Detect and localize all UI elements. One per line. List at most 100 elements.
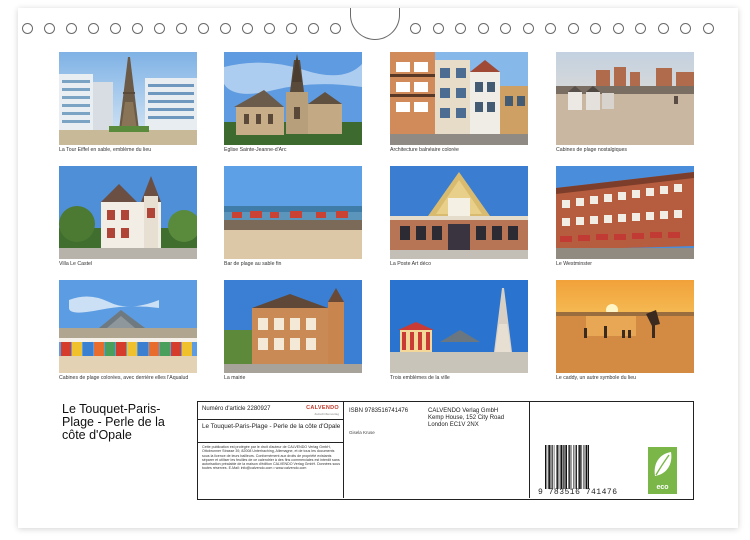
photo-westminster: [556, 166, 694, 259]
author-name: Gisela Kruse: [349, 430, 375, 435]
photo-caption: Cabines de plage nostalgiques: [556, 147, 627, 153]
binding-ring: [242, 23, 253, 34]
binding-ring: [330, 23, 341, 34]
barcode-bar: [546, 445, 548, 489]
binding-ring: [477, 23, 489, 34]
photo-tile: Villa Le Castel: [59, 166, 197, 267]
divider: [198, 442, 343, 443]
binding-ring: [455, 23, 466, 34]
barcode-bar: [581, 445, 582, 489]
photo-mairie: [224, 280, 362, 373]
photo-eglise: [224, 52, 362, 145]
photo-caption: Trois emblèmes de la ville: [390, 375, 450, 381]
barcode-bar: [575, 445, 577, 489]
binding-ring: [680, 23, 691, 34]
photo-cabines-nostalgiques: [556, 52, 694, 145]
photo-caption: Eglise Sainte-Jeanne-d'Arc: [224, 147, 287, 153]
barcode-bar: [548, 445, 550, 489]
binding-ring: [432, 23, 444, 34]
barcode-bar: [560, 445, 563, 489]
binding-ring: [308, 23, 319, 34]
leaf-icon: [654, 452, 672, 476]
photo-caption: Architecture balnéaire colorée: [390, 147, 459, 153]
divider: [198, 419, 343, 420]
binding-ring: [22, 23, 33, 34]
barcode-bar: [564, 445, 565, 489]
photo-tile: Eglise Sainte-Jeanne-d'Arc: [224, 52, 362, 153]
photo-cabines-colorees: [59, 280, 197, 373]
binding-ring: [132, 23, 143, 34]
binding-ring: [522, 23, 534, 34]
photo-tile: Bar de plage au sable fin: [224, 166, 362, 267]
barcode-bar: [582, 445, 584, 489]
barcode-number: 9 783516 741476: [538, 488, 618, 497]
eco-label-text: eco: [656, 484, 669, 491]
barcode-bar: [574, 445, 576, 489]
photo-caddy: [556, 280, 694, 373]
binding-ring: [220, 23, 231, 34]
barcode-bar: [565, 445, 567, 489]
binding-ring: [66, 23, 77, 34]
info-column-isbn: ISBN 9783516741476 Gisela Kruse CALVENDO…: [344, 402, 530, 498]
isbn: ISBN 9783516741476: [349, 408, 409, 414]
photo-bar-plage: [224, 166, 362, 259]
photo-villa-castel: [59, 166, 197, 259]
photo-tile: Architecture balnéaire colorée: [390, 52, 528, 153]
photo-caption: Le Westminster: [556, 261, 592, 267]
barcode-bar: [579, 445, 581, 489]
calendar-title: Le Touquet-Paris-Plage - Perle de la côt…: [62, 402, 165, 442]
barcode-bar: [570, 445, 572, 489]
publisher-street: Kemp House, 152 City Road: [428, 415, 505, 421]
binding-ring: [590, 23, 601, 34]
barcode-bar: [569, 445, 571, 489]
binding-ring: [612, 23, 624, 34]
barcode-bar: [556, 445, 557, 489]
barcode-bar: [558, 445, 560, 489]
photo-caption: La Poste Art déco: [390, 261, 431, 267]
info-column-barcode: 9 783516 741476 eco: [530, 402, 692, 498]
photo-caption: Le caddy, un autre symbole du lieu: [556, 375, 637, 381]
info-column-article: Numéro d'article 2280927 CALVENDO Zeitsc…: [198, 402, 344, 498]
binding-ring: [657, 23, 669, 34]
binding-ring: [702, 23, 714, 34]
barcode-bar: [550, 445, 552, 489]
photo-trois-emblemes: [390, 280, 528, 373]
binding-ring: [500, 23, 511, 34]
publisher-address: CALVENDO Verlag GmbH Kemp House, 152 Cit…: [428, 408, 504, 429]
binding-ring: [635, 23, 646, 34]
publisher-city: London EC1V 2NX: [428, 422, 479, 428]
calvendo-logo-subtitle: Zeitschriftenverlag: [314, 412, 339, 416]
barcode-bar: [551, 445, 553, 489]
barcode-bar: [562, 445, 564, 489]
binding-ring: [154, 23, 165, 34]
info-title: Le Touquet-Paris-Plage - Perle de la côt…: [202, 423, 341, 430]
binding-ring: [264, 23, 275, 34]
info-box: Numéro d'article 2280927 CALVENDO Zeitsc…: [197, 401, 694, 500]
binding-ring: [44, 23, 55, 34]
binding-ring: [198, 23, 209, 34]
photo-caption: La Tour Eiffel en sable, emblème du lieu: [59, 147, 152, 153]
photo-caption: Cabines de plage colorées, avec derrière…: [59, 375, 189, 381]
photo-tile: Cabines de plage colorées, avec derrière…: [59, 280, 197, 381]
photo-tile: Le caddy, un autre symbole du lieu: [556, 280, 694, 381]
binding-ring: [545, 23, 556, 34]
photo-tile: Cabines de plage nostalgiques: [556, 52, 694, 153]
photo-tour-eiffel: [59, 52, 197, 145]
barcode-bar: [568, 445, 569, 489]
photo-tile: La mairie: [224, 280, 362, 381]
barcode-bar: [573, 445, 574, 489]
photo-architecture: [390, 52, 528, 145]
barcode-bar: [587, 445, 589, 489]
article-number: Numéro d'article 2280927: [202, 406, 271, 412]
barcode-bar: [584, 445, 586, 489]
photo-tile: Le Westminster: [556, 166, 694, 267]
binding-ring: [410, 23, 421, 34]
binding-ring: [176, 23, 187, 34]
binding-ring: [567, 23, 579, 34]
photo-tile: Trois emblèmes de la ville: [390, 280, 528, 381]
binding-ring: [286, 23, 297, 34]
photo-la-poste: [390, 166, 528, 259]
photo-caption: Villa Le Castel: [59, 261, 93, 267]
eco-label: eco: [648, 447, 677, 494]
barcode-bar: [553, 445, 555, 489]
